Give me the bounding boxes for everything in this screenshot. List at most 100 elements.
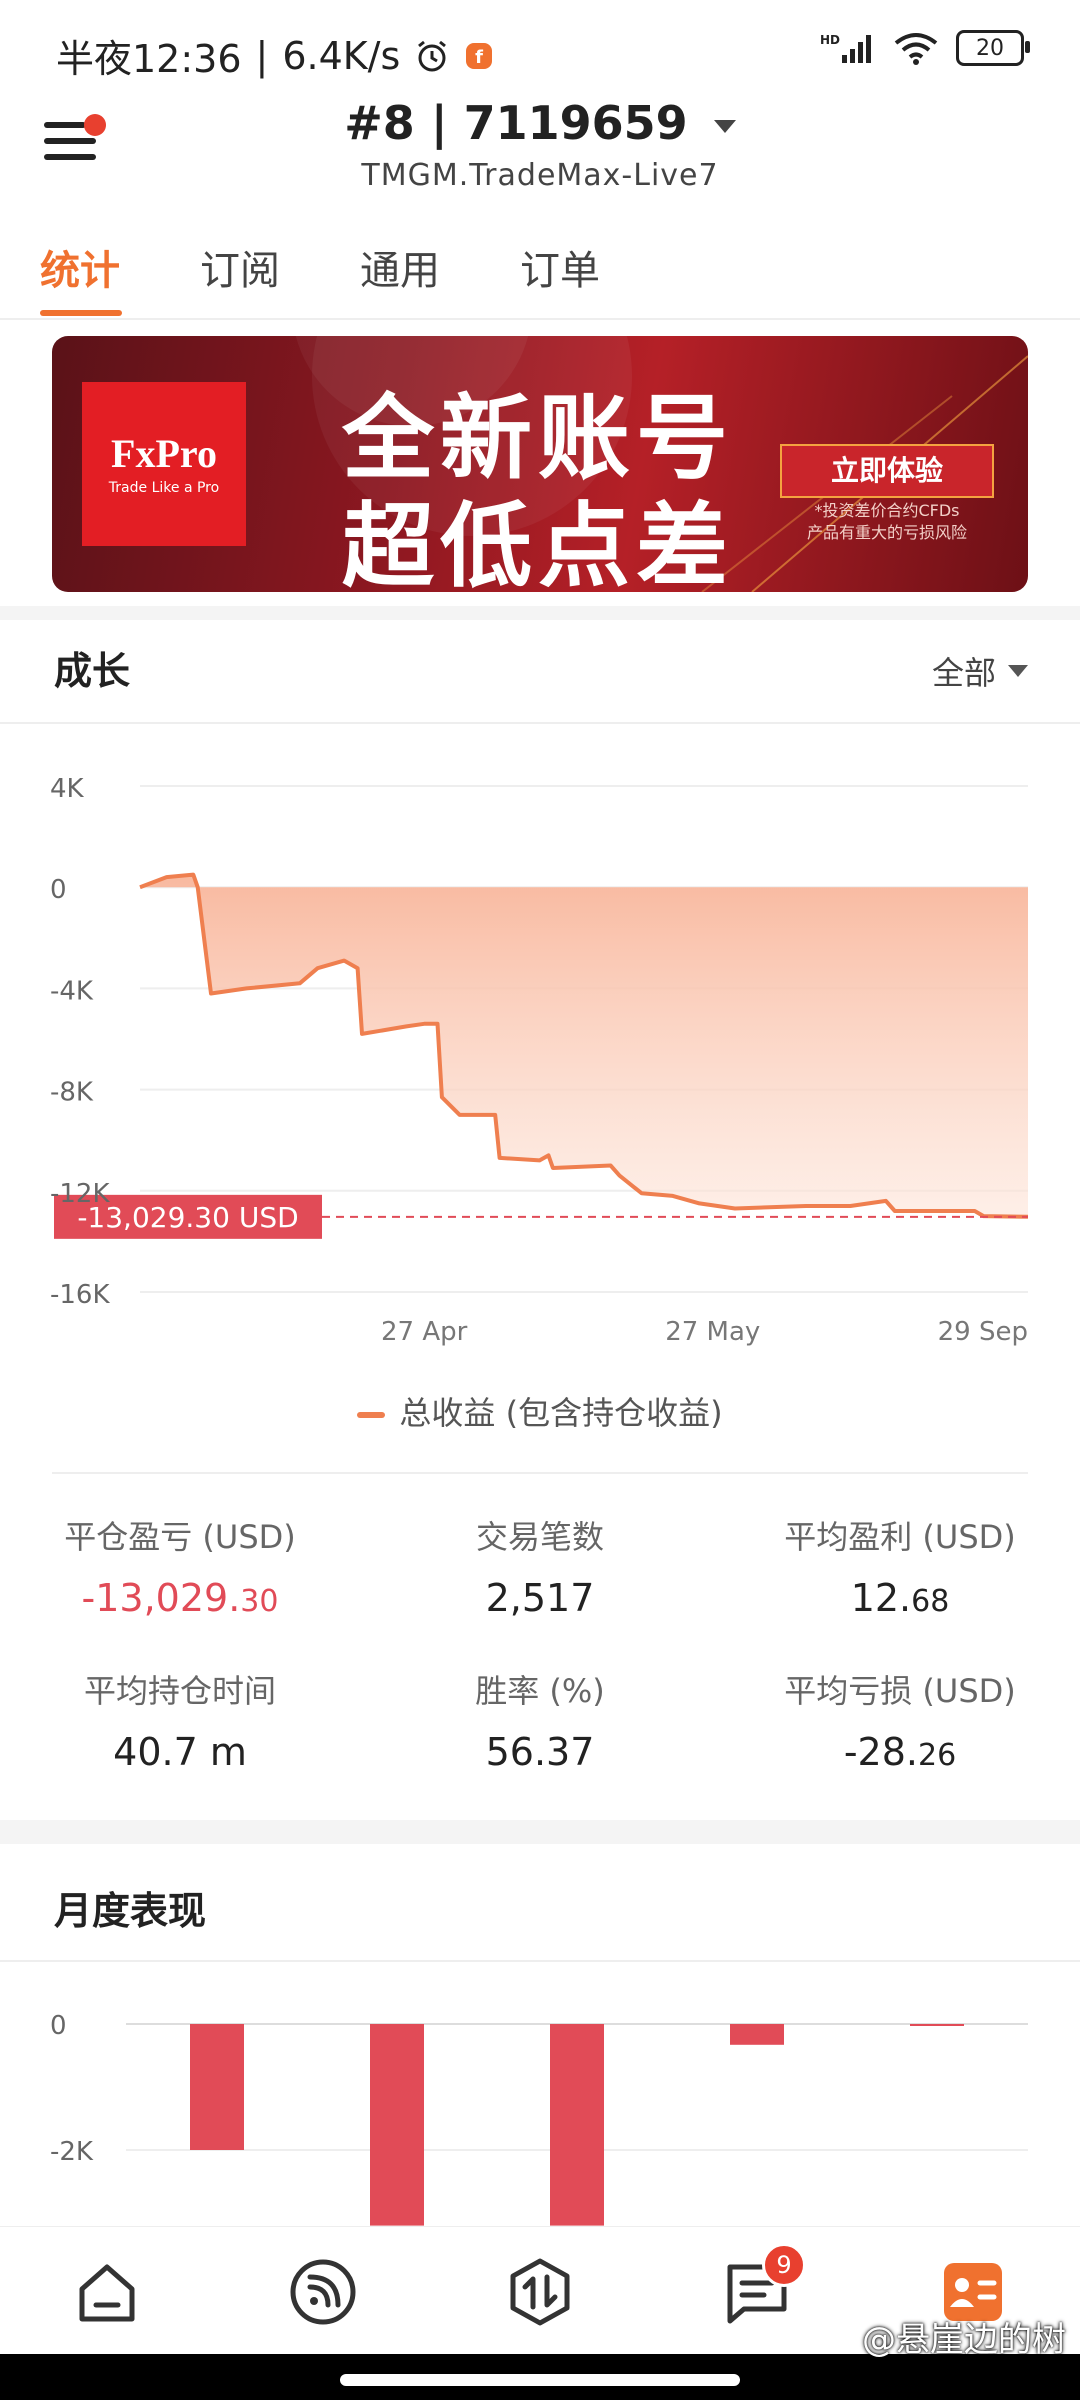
- nav-feed[interactable]: [288, 2257, 358, 2327]
- banner-cta-button[interactable]: 立即体验: [780, 444, 994, 498]
- account-title: #8 | 7119659: [344, 96, 688, 150]
- stat-average-hold-time: 平均持仓时间 40.7 m: [0, 1666, 360, 1774]
- chart-legend: 总收益 (包含持仓收益): [0, 1388, 1080, 1434]
- battery-level: 20: [976, 35, 1004, 61]
- y-tick-label: -8K: [50, 1078, 94, 1108]
- monthly-ticks: 0 -2K: [50, 2011, 94, 2167]
- y-tick-label: -16K: [50, 1280, 110, 1310]
- y-tick-label: -2K: [50, 2137, 94, 2167]
- banner-headline-2: 超低点差: [342, 493, 735, 592]
- tab-bar: 统计 订阅 通用 订单: [0, 228, 1080, 320]
- monthly-bar[interactable]: [550, 2024, 604, 2226]
- stat-average-loss: 平均亏损 (USD) -28.26: [720, 1666, 1080, 1774]
- message-badge: 9: [762, 2243, 806, 2287]
- y-tick-label: 0: [50, 2011, 67, 2041]
- growth-filter-dropdown[interactable]: 全部: [932, 648, 1028, 694]
- y-tick-label: -12K: [50, 1179, 110, 1209]
- banner-disclaimer: *投资差价合约CFDs 产品有重大的亏损风险: [772, 500, 1002, 544]
- stat-value: -13,029.30: [0, 1576, 360, 1620]
- signal-feed-icon: [290, 2259, 356, 2325]
- growth-title: 成长: [54, 649, 131, 693]
- stat-value-main: -13,029.: [81, 1576, 241, 1620]
- status-separator: |: [255, 33, 269, 78]
- stats-grid: 平仓盈亏 (USD) -13,029.30 交易笔数 2,517 平均盈利 (U…: [0, 1512, 1080, 1812]
- account-selector[interactable]: #8 | 7119659: [0, 96, 1080, 150]
- stat-win-rate: 胜率 (%) 56.37: [360, 1666, 720, 1774]
- x-tick-label: 27 May: [665, 1317, 760, 1347]
- home-indicator[interactable]: [340, 2374, 740, 2386]
- status-left: 半夜12:36 | 6.4K/s f: [56, 28, 494, 83]
- y-tick-label: 0: [50, 875, 67, 905]
- banner-disclaimer-1: *投资差价合约CFDs: [814, 501, 960, 520]
- growth-filter-label: 全部: [931, 654, 996, 692]
- section-separator: [0, 1820, 1080, 1844]
- x-tick-label: 29 Sep: [938, 1317, 1028, 1347]
- svg-text:f: f: [475, 47, 483, 68]
- tab-subscribe[interactable]: 订阅: [200, 238, 280, 296]
- status-bar: 半夜12:36 | 6.4K/s f HD 20: [0, 0, 1080, 100]
- section-separator: [0, 606, 1080, 620]
- legend-label: 总收益 (包含持仓收益): [399, 1394, 723, 1432]
- status-time: 半夜12:36: [56, 37, 242, 81]
- wifi-icon: [894, 33, 938, 65]
- stat-value: 56.37: [485, 1730, 595, 1774]
- banner-disclaimer-2: 产品有重大的亏损风险: [806, 523, 967, 542]
- svg-text:HD: HD: [820, 33, 840, 47]
- stat-label: 胜率 (%): [475, 1672, 605, 1710]
- stat-value: 12.68: [720, 1576, 1080, 1620]
- trade-icon: [510, 2258, 570, 2326]
- monthly-bar[interactable]: [730, 2024, 784, 2045]
- monthly-bar[interactable]: [370, 2024, 424, 2226]
- y-tick-label: -4K: [50, 976, 94, 1006]
- stat-label: 交易笔数: [475, 1518, 604, 1556]
- chevron-down-icon: [713, 120, 736, 133]
- monthly-bars: [190, 2024, 964, 2226]
- tab-underline: [40, 310, 122, 316]
- stat-label: 平均亏损 (USD): [784, 1672, 1016, 1710]
- stat-closed-pnl: 平仓盈亏 (USD) -13,029.30: [0, 1512, 360, 1620]
- stat-average-profit: 平均盈利 (USD) 12.68: [720, 1512, 1080, 1620]
- stat-value-main: 12.: [850, 1576, 912, 1620]
- monthly-title: 月度表现: [54, 1889, 207, 1933]
- stat-label: 平均盈利 (USD): [784, 1518, 1016, 1556]
- tab-general[interactable]: 通用: [360, 238, 440, 296]
- growth-chart: -13,029.30 USD 4K 0 -4K -8K -12K -16K 27 Apr 27…: [50, 774, 1029, 1347]
- divider: [0, 1960, 1080, 1962]
- stat-value-decimal: 26: [917, 1738, 957, 1773]
- stat-value: -28.26: [720, 1730, 1080, 1774]
- current-value-label: -13,029.30 USD: [77, 1201, 298, 1234]
- watermark: @悬崖边的树: [862, 2320, 1066, 2360]
- stat-value-decimal: 30: [240, 1584, 279, 1619]
- nav-trade[interactable]: [505, 2257, 575, 2327]
- fxpro-tagline: Trade Like a Pro: [108, 480, 220, 496]
- tab-orders[interactable]: 订单: [520, 238, 600, 296]
- monthly-bar[interactable]: [190, 2024, 244, 2150]
- home-icon: [79, 2264, 135, 2322]
- stat-trade-count: 交易笔数 2,517: [360, 1512, 720, 1620]
- server-name: TMGM.TradeMax-Live7: [361, 158, 719, 193]
- stat-label: 平仓盈亏 (USD): [64, 1518, 296, 1556]
- stat-label: 平均持仓时间: [83, 1672, 276, 1710]
- battery-icon: 20: [956, 30, 1030, 66]
- app-notification-icon: f: [466, 42, 493, 69]
- alarm-icon: [418, 40, 447, 71]
- y-tick-label: 4K: [50, 774, 85, 804]
- legend-swatch: [357, 1412, 386, 1418]
- status-right: HD 20: [820, 30, 1030, 66]
- stat-value-decimal: 68: [911, 1584, 950, 1619]
- signal-icon: HD: [820, 33, 871, 63]
- x-tick-label: 27 Apr: [381, 1317, 468, 1347]
- nav-messages[interactable]: 9: [722, 2243, 806, 2327]
- ad-banner[interactable]: FxPro Trade Like a Pro 全新账号 超低点差 立即体验 *投…: [52, 336, 1028, 592]
- monthly-bar[interactable]: [910, 2024, 964, 2026]
- stat-value: 2,517: [485, 1576, 595, 1620]
- fxpro-brand: FxPro: [111, 431, 217, 476]
- stat-value: 40.7 m: [113, 1730, 247, 1774]
- monthly-chart: 0 -2K: [50, 2011, 1028, 2226]
- tab-statistics[interactable]: 统计: [40, 238, 120, 296]
- stat-value-main: -28.: [843, 1730, 918, 1774]
- divider: [52, 1472, 1028, 1474]
- chevron-down-icon: [1008, 665, 1028, 677]
- status-speed: 6.4K/s: [282, 33, 401, 78]
- nav-home[interactable]: [72, 2257, 142, 2327]
